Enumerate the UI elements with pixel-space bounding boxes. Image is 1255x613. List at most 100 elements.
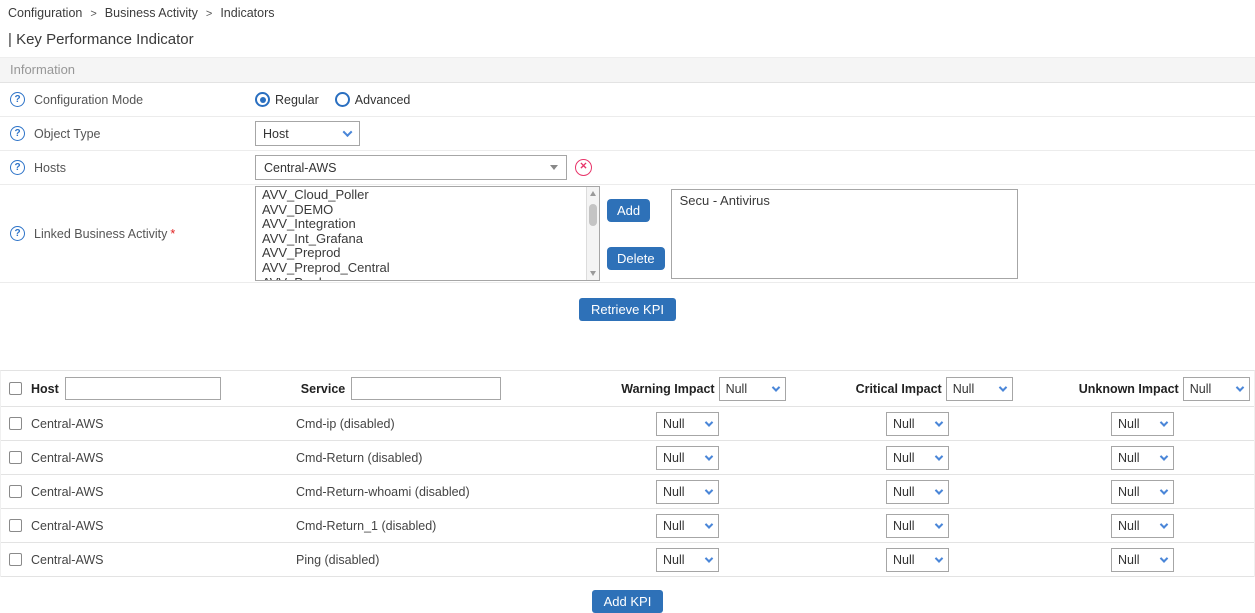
breadcrumb: Configuration > Business Activity > Indicato…	[0, 0, 1255, 22]
unknown-impact-value: Null	[1118, 451, 1140, 465]
critical-impact-select[interactable]: Null	[886, 480, 949, 504]
list-item[interactable]: Secu - Antivirus	[680, 193, 1009, 208]
host-filter-input[interactable]	[65, 377, 221, 400]
configuration-mode-label: Configuration Mode	[34, 93, 143, 107]
section-header-information: Information	[0, 57, 1255, 83]
chevron-down-icon	[1160, 452, 1168, 460]
row-checkbox[interactable]	[9, 451, 22, 464]
critical-impact-header-select[interactable]: Null	[946, 377, 1013, 401]
unknown-impact-select[interactable]: Null	[1111, 548, 1174, 572]
unknown-impact-value: Null	[1118, 553, 1140, 567]
warning-impact-value: Null	[663, 519, 685, 533]
add-kpi-row: Add KPI	[0, 590, 1255, 613]
row-checkbox[interactable]	[9, 417, 22, 430]
warning-impact-header-value: Null	[726, 382, 748, 396]
unknown-impact-value: Null	[1118, 519, 1140, 533]
page-title: | Key Performance Indicator	[0, 22, 1255, 57]
critical-impact-label: Critical Impact	[856, 382, 942, 396]
warning-impact-select[interactable]: Null	[656, 446, 719, 470]
object-type-select[interactable]: Host	[255, 121, 360, 146]
list-item[interactable]: AVV_Int_Grafana	[262, 232, 593, 247]
delete-button[interactable]: Delete	[607, 247, 665, 270]
help-icon[interactable]: ?	[10, 226, 25, 241]
chevron-down-icon	[1160, 554, 1168, 562]
help-icon[interactable]: ?	[10, 92, 25, 107]
breadcrumb-separator: >	[206, 8, 212, 20]
form-row-hosts: ? Hosts Central-AWS ✕	[0, 151, 1255, 185]
list-item[interactable]: AVV_Preprod	[262, 246, 593, 261]
warning-impact-label: Warning Impact	[621, 382, 714, 396]
critical-impact-value: Null	[893, 417, 915, 431]
unknown-impact-select[interactable]: Null	[1111, 412, 1174, 436]
row-service: Cmd-Return-whoami (disabled)	[296, 485, 656, 499]
row-checkbox[interactable]	[9, 485, 22, 498]
critical-impact-select[interactable]: Null	[886, 548, 949, 572]
critical-impact-select[interactable]: Null	[886, 412, 949, 436]
row-checkbox[interactable]	[9, 519, 22, 532]
select-all-checkbox[interactable]	[9, 382, 22, 395]
scrollbar-thumb[interactable]	[589, 204, 597, 226]
hosts-value: Central-AWS	[264, 161, 336, 175]
unknown-impact-select[interactable]: Null	[1111, 446, 1174, 470]
radio-option-regular[interactable]: Regular	[255, 92, 319, 107]
form-row-configuration-mode: ? Configuration Mode Regular Advanced	[0, 83, 1255, 117]
add-kpi-button[interactable]: Add KPI	[592, 590, 664, 613]
chevron-down-icon	[705, 486, 713, 494]
chevron-down-icon	[935, 486, 943, 494]
row-host: Central-AWS	[31, 485, 296, 499]
help-icon[interactable]: ?	[10, 126, 25, 141]
row-service: Ping (disabled)	[296, 553, 656, 567]
table-row: Central-AWS Cmd-ip (disabled) Null Null …	[1, 407, 1254, 441]
table-row: Central-AWS Cmd-Return-whoami (disabled)…	[1, 475, 1254, 509]
service-filter-input[interactable]	[351, 377, 501, 400]
list-item[interactable]: AVV_Cloud_Poller	[262, 188, 593, 203]
list-item[interactable]: AVV_Prod	[262, 276, 593, 281]
warning-impact-select[interactable]: Null	[656, 514, 719, 538]
radio-option-advanced[interactable]: Advanced	[335, 92, 411, 107]
host-column-label: Host	[31, 382, 59, 396]
warning-impact-header-select[interactable]: Null	[719, 377, 786, 401]
warning-impact-select[interactable]: Null	[656, 548, 719, 572]
scrollbar[interactable]	[586, 187, 599, 280]
help-icon[interactable]: ?	[10, 160, 25, 175]
radio-icon-advanced[interactable]	[335, 92, 350, 107]
chevron-down-icon	[935, 554, 943, 562]
radio-label-regular: Regular	[275, 93, 319, 107]
list-item[interactable]: AVV_DEMO	[262, 203, 593, 218]
breadcrumb-item-indicators[interactable]: Indicators	[220, 6, 274, 20]
scroll-up-icon[interactable]	[590, 191, 596, 196]
unknown-impact-select[interactable]: Null	[1111, 514, 1174, 538]
chevron-down-icon	[935, 520, 943, 528]
chevron-down-icon	[1160, 418, 1168, 426]
row-checkbox[interactable]	[9, 553, 22, 566]
breadcrumb-separator: >	[90, 8, 96, 20]
scroll-down-icon[interactable]	[590, 271, 596, 276]
remove-icon[interactable]: ✕	[575, 159, 592, 176]
radio-label-advanced: Advanced	[355, 93, 411, 107]
radio-icon-regular-selected[interactable]	[255, 92, 270, 107]
warning-impact-select[interactable]: Null	[656, 412, 719, 436]
chevron-down-icon	[935, 452, 943, 460]
critical-impact-select[interactable]: Null	[886, 514, 949, 538]
breadcrumb-item-business-activity[interactable]: Business Activity	[105, 6, 198, 20]
row-host: Central-AWS	[31, 553, 296, 567]
linked-ba-label-group: ? Linked Business Activity*	[10, 226, 255, 241]
unknown-impact-label: Unknown Impact	[1079, 382, 1179, 396]
breadcrumb-item-configuration[interactable]: Configuration	[8, 6, 82, 20]
row-host: Central-AWS	[31, 417, 296, 431]
critical-impact-select[interactable]: Null	[886, 446, 949, 470]
warning-impact-select[interactable]: Null	[656, 480, 719, 504]
list-item[interactable]: AVV_Preprod_Central	[262, 261, 593, 276]
add-button[interactable]: Add	[607, 199, 650, 222]
unknown-impact-select[interactable]: Null	[1111, 480, 1174, 504]
unknown-impact-header-select[interactable]: Null	[1183, 377, 1250, 401]
row-host: Central-AWS	[31, 451, 296, 465]
list-item[interactable]: AVV_Integration	[262, 217, 593, 232]
table-row: Central-AWS Cmd-Return (disabled) Null N…	[1, 441, 1254, 475]
chevron-down-icon	[935, 418, 943, 426]
available-activities-listbox[interactable]: AVV_Cloud_Poller AVV_DEMO AVV_Integratio…	[255, 186, 600, 281]
hosts-combo-select[interactable]: Central-AWS	[255, 155, 567, 180]
selected-activities-listbox[interactable]: Secu - Antivirus	[671, 189, 1018, 279]
retrieve-kpi-button[interactable]: Retrieve KPI	[579, 298, 676, 321]
ba-buttons-column: Add Delete	[607, 199, 665, 270]
